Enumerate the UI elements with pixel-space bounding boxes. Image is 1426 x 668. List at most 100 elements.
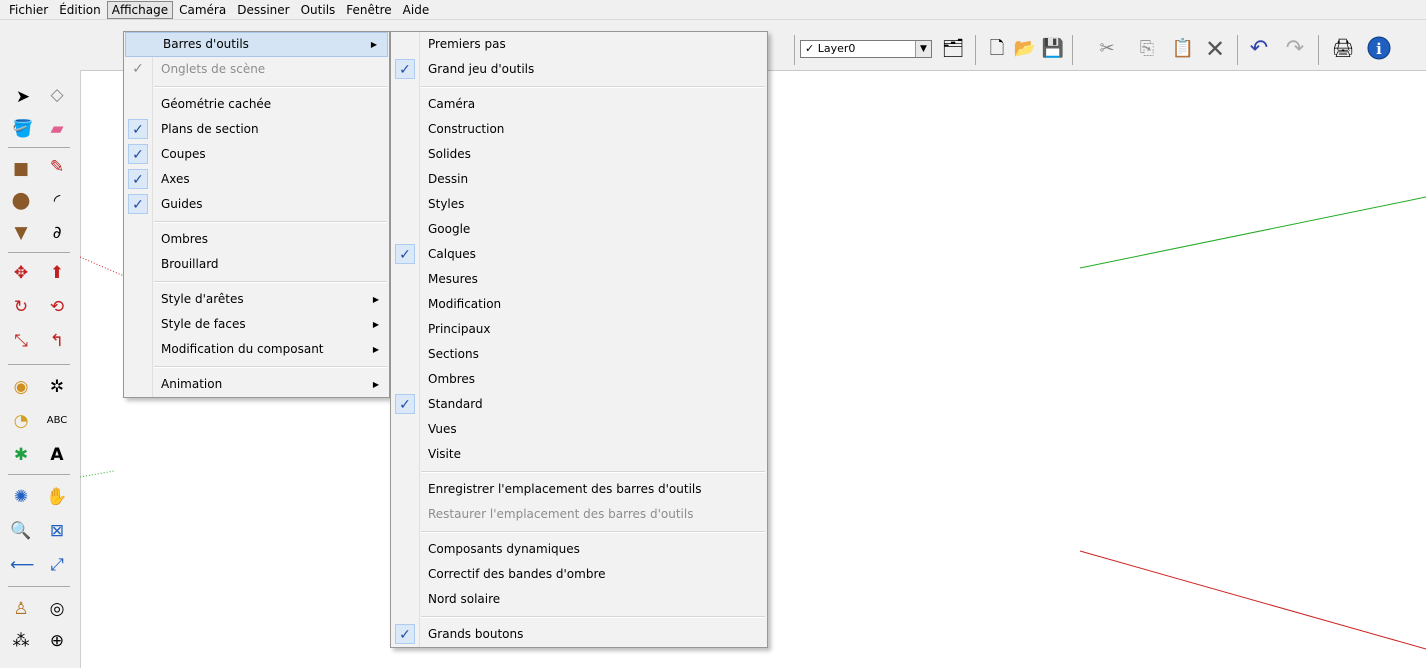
affichage-item-style-de-faces[interactable]: Style de faces ▶ [124,312,389,337]
undo-icon[interactable]: ↶ [1246,36,1272,62]
affichage-item-axes[interactable]: ✓ Axes [124,167,389,192]
menu-separator [154,86,387,88]
orbit-icon[interactable]: ✺ [10,486,32,508]
text-icon[interactable]: ABC [46,410,68,432]
copy-icon[interactable]: ⎘ [1134,36,1160,62]
paint-bucket-icon[interactable]: 🪣 [12,118,34,140]
freehand-icon[interactable]: ∂ [46,222,68,244]
toolbars-item-solides[interactable]: Solides [391,142,767,167]
cut-icon[interactable]: ✂ [1094,36,1120,62]
toolbars-item-nord-solaire[interactable]: Nord solaire [391,587,767,612]
eraser-icon[interactable]: ▰ [46,118,68,140]
3d-text-icon[interactable]: A [46,444,68,466]
affichage-item-guides[interactable]: ✓ Guides [124,192,389,217]
menu-separator [421,86,765,88]
toolbars-item-vues[interactable]: Vues [391,417,767,442]
affichage-item-ombres[interactable]: Ombres [124,227,389,252]
toolbars-item-enregistrer-l-emplacement-des-barres-d-outils[interactable]: Enregistrer l'emplacement des barres d'o… [391,477,767,502]
toolbars-item-google[interactable]: Google [391,217,767,242]
toolbars-item-standard[interactable]: ✓ Standard [391,392,767,417]
palette-separator [8,252,70,253]
component-icon[interactable]: ◇ [46,84,68,106]
dimension-icon[interactable]: ✲ [46,376,68,398]
toolbars-item-label: Visite [428,447,461,461]
affichage-item-plans-de-section[interactable]: ✓ Plans de section [124,117,389,142]
menu-fichier[interactable]: Fichier [4,1,53,19]
menu-camera[interactable]: Caméra [174,1,231,19]
pencil-icon[interactable]: ✎ [46,156,68,178]
menu-affichage[interactable]: Affichage [106,0,174,19]
toolbars-item-modification[interactable]: Modification [391,292,767,317]
toolbar-separator [1318,35,1319,65]
menu-separator [421,531,765,533]
menu-fenetre[interactable]: Fenêtre [341,1,396,19]
toolbars-item-visite[interactable]: Visite [391,442,767,467]
affichage-item-modification-du-composant[interactable]: Modification du composant ▶ [124,337,389,362]
rotate-icon[interactable]: ↻ [10,296,32,318]
arc-icon[interactable]: ◜ [46,190,68,212]
toolbars-item-label: Grand jeu d'outils [428,62,535,76]
affichage-item-geometrie-cachee[interactable]: Géométrie cachée [124,92,389,117]
paste-icon[interactable]: 📋 [1170,36,1196,62]
affichage-item-label: Onglets de scène [161,62,266,76]
model-info-icon[interactable]: i [1366,36,1392,62]
affichage-item-brouillard[interactable]: Brouillard [124,252,389,277]
toolbars-item-dessin[interactable]: Dessin [391,167,767,192]
layer-manager-icon[interactable]: 🗂 [940,36,966,62]
pan-icon[interactable]: ✋ [46,486,68,508]
toolbars-item-ombres[interactable]: Ombres [391,367,767,392]
toolbars-item-premiers-pas[interactable]: Premiers pas [391,32,767,57]
circle-icon[interactable]: ● [10,190,32,212]
toolbars-item-styles[interactable]: Styles [391,192,767,217]
affichage-item-barres-d-outils[interactable]: Barres d'outils ▶ [125,32,388,57]
menu-aide[interactable]: Aide [398,1,435,19]
toolbars-item-grands-boutons[interactable]: ✓ Grands boutons [391,622,767,647]
menu-outils[interactable]: Outils [296,1,341,19]
toolbars-item-composants-dynamiques[interactable]: Composants dynamiques [391,537,767,562]
menu-edition[interactable]: Édition [54,1,106,19]
affichage-item-style-d-aretes[interactable]: Style d'arêtes ▶ [124,287,389,312]
print-icon[interactable]: 🖨 [1330,36,1356,62]
scale-icon[interactable]: ⤡ [10,330,32,352]
redo-icon[interactable]: ↷ [1282,36,1308,62]
toolbars-item-grand-jeu-d-outils[interactable]: ✓ Grand jeu d'outils [391,57,767,82]
toolbars-item-sections[interactable]: Sections [391,342,767,367]
toolbars-item-correctif-des-bandes-d-ombre[interactable]: Correctif des bandes d'ombre [391,562,767,587]
affichage-item-coupes[interactable]: ✓ Coupes [124,142,389,167]
toolbars-item-construction[interactable]: Construction [391,117,767,142]
look-around-icon[interactable]: ◎ [46,598,68,620]
save-icon[interactable]: 💾 [1040,36,1066,62]
move-icon[interactable]: ✥ [10,262,32,284]
toolbars-item-principaux[interactable]: Principaux [391,317,767,342]
offset-icon[interactable]: ↰ [46,330,68,352]
toolbars-item-mesures[interactable]: Mesures [391,267,767,292]
follow-me-icon[interactable]: ⟲ [46,296,68,318]
layer-dropdown[interactable]: ✓ Layer0 ▼ [800,40,932,58]
toolbars-item-camera[interactable]: Caméra [391,92,767,117]
axes-icon[interactable]: ✱ [10,444,32,466]
walk-icon[interactable]: ⁂ [10,630,32,652]
rectangle-icon[interactable]: ■ [10,158,32,180]
select-icon[interactable]: ➤ [12,86,34,108]
toolbars-item-label: Dessin [428,172,469,186]
push-pull-icon[interactable]: ⬆ [46,262,68,284]
toolbars-item-label: Composants dynamiques [428,542,580,556]
zoom-icon[interactable]: 🔍 [10,520,32,542]
protractor-icon[interactable]: ◔ [10,410,32,432]
erase-icon[interactable]: ✕ [1202,36,1228,62]
tape-measure-icon[interactable]: ◉ [10,376,32,398]
section-plane-icon[interactable]: ⊕ [46,630,68,652]
toolbars-item-calques[interactable]: ✓ Calques [391,242,767,267]
menu-dessiner[interactable]: Dessiner [232,1,294,19]
position-camera-icon[interactable]: ♙ [10,598,32,620]
affichage-item-animation[interactable]: Animation ▶ [124,372,389,397]
previous-view-icon[interactable]: ⟵ [10,554,34,576]
affichage-item-label: Modification du composant [161,342,324,356]
polygon-icon[interactable]: ▼ [10,222,32,244]
zoom-window-icon[interactable]: ⊠ [46,520,68,542]
open-icon[interactable]: 📂 [1012,36,1038,62]
chevron-down-icon[interactable]: ▼ [915,41,931,57]
checkmark-icon: ✓ [132,61,144,77]
zoom-extents-icon[interactable]: ⤢ [46,554,68,576]
new-icon[interactable]: 🗋 [984,36,1010,62]
